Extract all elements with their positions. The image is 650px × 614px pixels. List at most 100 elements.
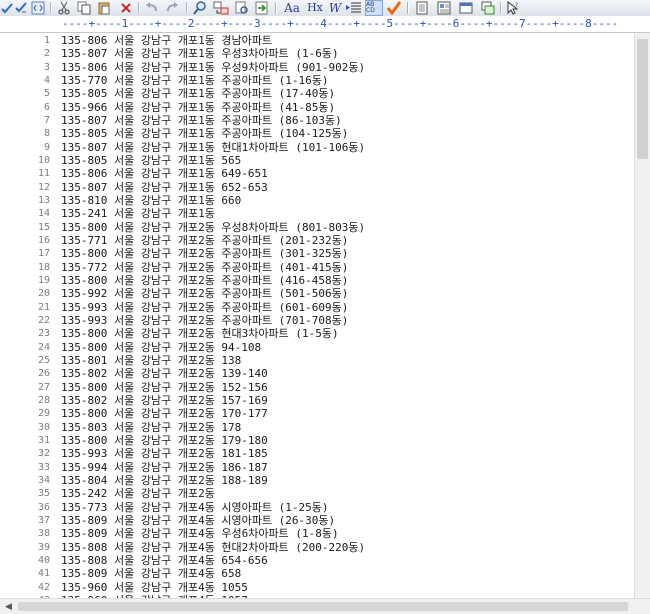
text-line[interactable]: 26 135-802 서울 강남구 개포2동 139-140 [0,367,634,380]
line-text[interactable]: 135-800 서울 강남구 개포2동 94-108 [61,341,261,354]
line-text[interactable]: 135-993 서울 강남구 개포2동 주공아파트 (601-609동) [61,301,348,314]
text-line[interactable]: 21 135-993 서울 강남구 개포2동 주공아파트 (601-609동) [0,301,634,314]
text-line[interactable]: 30 135-803 서울 강남구 개포2동 178 [0,421,634,434]
text-line[interactable]: 36 135-773 서울 강남구 개포4동 시영아파트 (1-25동) [0,501,634,514]
text-line[interactable]: 24 135-800 서울 강남구 개포2동 94-108 [0,341,634,354]
undo-icon[interactable] [144,0,160,16]
line-text[interactable]: 135-808 서울 강남구 개포4동 현대2차아파트 (200-220동) [61,541,365,554]
line-text[interactable]: 135-770 서울 강남구 개포1동 주공아파트 (1-16동) [61,74,329,87]
line-text[interactable]: 135-773 서울 강남구 개포4동 시영아파트 (1-25동) [61,501,329,514]
text-line[interactable]: 14 135-241 서울 강남구 개포1동 [0,207,634,220]
vertical-scroll-thumb[interactable] [637,39,648,159]
window-cascade-icon[interactable] [479,0,497,16]
spellcheck-icon[interactable] [0,0,14,16]
line-text[interactable]: 135-800 서울 강남구 개포2동 주공아파트 (416-458동) [61,274,348,287]
line-text[interactable]: 135-800 서울 강남구 개포2동 우성8차아파트 (801-803동) [61,221,365,234]
line-text[interactable]: 135-807 서울 강남구 개포1동 현대1차아파트 (101-106동) [61,141,365,154]
line-text[interactable]: 135-993 서울 강남구 개포2동 181-185 [61,447,268,460]
text-line[interactable]: 27 135-800 서울 강남구 개포2동 152-156 [0,381,634,394]
find-in-files-icon[interactable] [234,0,250,16]
text-line[interactable]: 42 135-960 서울 강남구 개포4동 1055 [0,581,634,594]
line-text[interactable]: 135-801 서울 강남구 개포2동 138 [61,354,241,367]
text-line[interactable]: 18 135-772 서울 강남구 개포2동 주공아파트 (401-415동) [0,261,634,274]
delete-icon[interactable] [118,0,134,16]
window-icon[interactable] [457,0,475,16]
text-line[interactable]: 25 135-801 서울 강남구 개포2동 138 [0,354,634,367]
line-text[interactable]: 135-807 서울 강남구 개포1동 주공아파트 (86-103동) [61,114,342,127]
text-line[interactable]: 29 135-800 서울 강남구 개포2동 170-177 [0,407,634,420]
vertical-scrollbar[interactable] [634,33,650,598]
document-list-icon[interactable] [435,0,453,16]
line-text[interactable]: 135-806 서울 강남구 개포1동 우성9차아파트 (901-902동) [61,61,365,74]
text-line[interactable]: 40 135-808 서울 강남구 개포4동 654-656 [0,554,634,567]
line-text[interactable]: 135-806 서울 강남구 개포1동 649-651 [61,167,268,180]
hex-icon[interactable]: Hx [305,0,325,16]
line-text[interactable]: 135-810 서울 강남구 개포1동 660 [61,194,241,207]
editor-text-area[interactable]: 1 135-806 서울 강남구 개포1동 경남아파트 2 135-807 서울 강남… [0,33,634,598]
word-wrap-icon[interactable]: W [327,0,343,16]
text-line[interactable]: 32 135-993 서울 강남구 개포2동 181-185 [0,447,634,460]
line-text[interactable]: 135-993 서울 강남구 개포2동 주공아파트 (701-708동) [61,314,348,327]
horizontal-scroll-thumb[interactable] [18,602,628,611]
line-text[interactable]: 135-966 서울 강남구 개포1동 주공아파트 (41-85동) [61,101,335,114]
paste-icon[interactable] [96,0,112,16]
line-text[interactable]: 135-992 서울 강남구 개포2동 주공아파트 (501-506동) [61,287,348,300]
help-pointer-icon[interactable]: ? [504,0,522,16]
line-text[interactable]: 135-771 서울 강남구 개포2동 주공아파트 (201-232동) [61,234,348,247]
line-text[interactable]: 135-994 서울 강남구 개포2동 186-187 [61,461,268,474]
line-text[interactable]: 135-807 서울 강남구 개포1동 652-653 [61,181,268,194]
text-line[interactable]: 5 135-805 서울 강남구 개포1동 주공아파트 (17-40동) [0,87,634,100]
text-line[interactable]: 37 135-809 서울 강남구 개포4동 시영아파트 (26-30동) [0,514,634,527]
text-line[interactable]: 22 135-993 서울 강남구 개포2동 주공아파트 (701-708동) [0,314,634,327]
line-text[interactable]: 135-800 서울 강남구 개포2동 주공아파트 (301-325동) [61,247,348,260]
text-line[interactable]: 19 135-800 서울 강남구 개포2동 주공아파트 (416-458동) [0,274,634,287]
cut-icon[interactable] [56,0,72,16]
text-line[interactable]: 28 135-802 서울 강남구 개포2동 157-169 [0,394,634,407]
line-text[interactable]: 135-809 서울 강남구 개포4동 시영아파트 (26-30동) [61,514,335,527]
line-text[interactable]: 135-800 서울 강남구 개포2동 170-177 [61,407,268,420]
goto-icon[interactable] [254,0,270,16]
horizontal-scrollbar[interactable]: ◀ [0,598,650,614]
text-line[interactable]: 3 135-806 서울 강남구 개포1동 우성9차아파트 (901-902동) [0,61,634,74]
scroll-left-arrow-icon[interactable]: ◀ [3,601,14,612]
text-line[interactable]: 20 135-992 서울 강남구 개포2동 주공아파트 (501-506동) [0,287,634,300]
line-text[interactable]: 135-242 서울 강남구 개포2동 [61,487,215,500]
text-line[interactable]: 31 135-800 서울 강남구 개포2동 179-180 [0,434,634,447]
text-line[interactable]: 39 135-808 서울 강남구 개포4동 현대2차아파트 (200-220동) [0,541,634,554]
line-text[interactable]: 135-800 서울 강남구 개포2동 현대3차아파트 (1-5동) [61,327,339,340]
code-icon[interactable] [30,0,46,16]
text-line[interactable]: 23 135-800 서울 강남구 개포2동 현대3차아파트 (1-5동) [0,327,634,340]
replace-icon[interactable] [212,0,230,16]
find-icon[interactable] [192,0,208,16]
line-text[interactable]: 135-805 서울 강남구 개포1동 주공아파트 (17-40동) [61,87,335,100]
checkmark-icon[interactable] [385,0,403,16]
text-line[interactable]: 8 135-805 서울 강남구 개포1동 주공아파트 (104-125동) [0,127,634,140]
line-text[interactable]: 135-241 서울 강남구 개포1동 [61,207,215,220]
line-text[interactable]: 135-807 서울 강남구 개포1동 우성3차아파트 (1-6동) [61,47,339,60]
text-line[interactable]: 17 135-800 서울 강남구 개포2동 주공아파트 (301-325동) [0,247,634,260]
font-icon[interactable]: Aa [281,0,303,16]
line-text[interactable]: 135-804 서울 강남구 개포2동 188-189 [61,474,268,487]
line-text[interactable]: 135-772 서울 강남구 개포2동 주공아파트 (401-415동) [61,261,348,274]
text-line[interactable]: 4 135-770 서울 강남구 개포1동 주공아파트 (1-16동) [0,74,634,87]
text-line[interactable]: 15 135-800 서울 강남구 개포2동 우성8차아파트 (801-803동) [0,221,634,234]
line-text[interactable]: 135-802 서울 강남구 개포2동 139-140 [61,367,268,380]
line-text[interactable]: 135-805 서울 강남구 개포1동 주공아파트 (104-125동) [61,127,348,140]
text-line[interactable]: 6 135-966 서울 강남구 개포1동 주공아파트 (41-85동) [0,101,634,114]
spellcheck-options-icon[interactable] [14,0,28,16]
redo-icon[interactable] [164,0,180,16]
text-line[interactable]: 12 135-807 서울 강남구 개포1동 652-653 [0,181,634,194]
text-line[interactable]: 38 135-809 서울 강남구 개포4동 우성6차아파트 (1-8동) [0,527,634,540]
text-line[interactable]: 34 135-804 서울 강남구 개포2동 188-189 [0,474,634,487]
text-line[interactable]: 10 135-805 서울 강남구 개포1동 565 [0,154,634,167]
text-line[interactable]: 7 135-807 서울 강남구 개포1동 주공아파트 (86-103동) [0,114,634,127]
line-text[interactable]: 135-800 서울 강남구 개포2동 152-156 [61,381,268,394]
text-line[interactable]: 41 135-809 서울 강남구 개포4동 658 [0,567,634,580]
text-line[interactable]: 33 135-994 서울 강남구 개포2동 186-187 [0,461,634,474]
line-text[interactable]: 135-802 서울 강남구 개포2동 157-169 [61,394,268,407]
text-line[interactable]: 13 135-810 서울 강남구 개포1동 660 [0,194,634,207]
text-line[interactable]: 9 135-807 서울 강남구 개포1동 현대1차아파트 (101-106동) [0,141,634,154]
line-text[interactable]: 135-960 서울 강남구 개포4동 1055 [61,581,248,594]
line-text[interactable]: 135-808 서울 강남구 개포4동 654-656 [61,554,268,567]
indent-icon[interactable] [345,0,363,16]
